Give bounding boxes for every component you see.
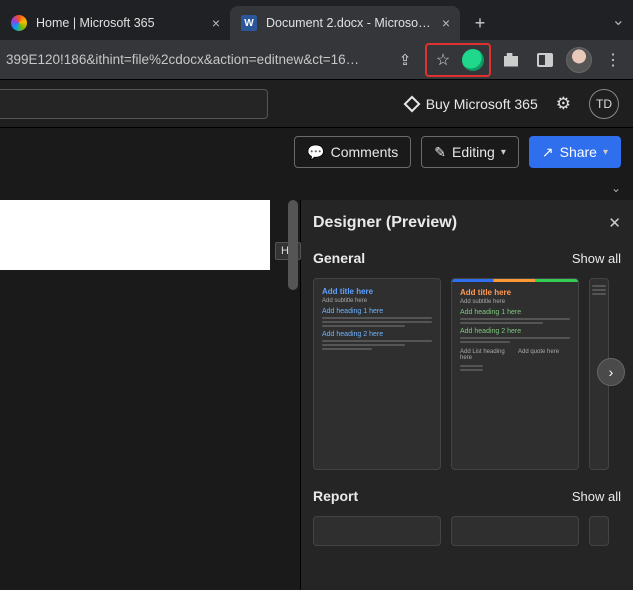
- extensions-puzzle-icon[interactable]: [497, 46, 525, 74]
- account-avatar[interactable]: TD: [589, 89, 619, 119]
- designer-title: Designer (Preview): [313, 214, 457, 232]
- comments-button[interactable]: 💬 Comments: [294, 136, 411, 168]
- document-canvas[interactable]: He: [0, 200, 300, 590]
- browser-tab-word[interactable]: W Document 2.docx - Microsoft W ×: [230, 6, 460, 40]
- comment-icon: 💬: [307, 144, 324, 161]
- design-card[interactable]: [451, 516, 579, 546]
- designer-panel: Designer (Preview) ✕ General Show all Ad…: [300, 200, 633, 590]
- settings-gear-icon[interactable]: ⚙: [556, 94, 571, 114]
- show-all-link[interactable]: Show all: [572, 489, 621, 504]
- pencil-icon: ✎: [434, 144, 446, 161]
- card-list: Add List heading here: [460, 349, 512, 361]
- ribbon-collapse-chevron[interactable]: ⌄: [0, 176, 633, 200]
- card-quote: Add quote here: [518, 349, 570, 355]
- scrollbar-thumb[interactable]: [288, 200, 298, 290]
- close-icon[interactable]: ×: [442, 15, 450, 31]
- browser-tab-m365[interactable]: Home | Microsoft 365 ×: [0, 6, 230, 40]
- card-h2: Add heading 2 here: [460, 328, 570, 335]
- close-icon[interactable]: ×: [212, 15, 220, 31]
- main-area: He Designer (Preview) ✕ General Show all…: [0, 200, 633, 590]
- section-header-report: Report Show all: [313, 488, 621, 504]
- design-card[interactable]: Add title here Add subtitle here Add hea…: [313, 278, 441, 470]
- show-all-link[interactable]: Show all: [572, 251, 621, 266]
- buy-microsoft-365-button[interactable]: Buy Microsoft 365: [406, 96, 538, 112]
- profile-avatar[interactable]: [565, 46, 593, 74]
- section-name: Report: [313, 488, 358, 504]
- browser-menu-icon[interactable]: ⋮: [599, 46, 627, 74]
- sidepanel-icon[interactable]: [531, 46, 559, 74]
- share-page-icon[interactable]: ⇪: [391, 46, 419, 74]
- card-accent-bar: [452, 279, 578, 282]
- new-tab-button[interactable]: +: [466, 9, 494, 37]
- comments-label: Comments: [331, 144, 399, 160]
- editing-label: Editing: [452, 144, 495, 160]
- report-cards-row: [313, 516, 621, 546]
- chevron-down-icon: ▾: [603, 147, 608, 158]
- card-title: Add title here: [322, 287, 432, 296]
- vertical-scrollbar[interactable]: [288, 200, 298, 590]
- chevron-down-icon: ▾: [501, 147, 506, 158]
- design-card[interactable]: Add title here Add subtitle here Add hea…: [451, 278, 579, 470]
- browser-tabstrip: Home | Microsoft 365 × W Document 2.docx…: [0, 0, 633, 40]
- browser-toolbar: 399E120!186&ithint=file%2cdocx&action=ed…: [0, 40, 633, 80]
- title-input-stub[interactable]: [0, 89, 268, 119]
- ribbon-actions: 💬 Comments ✎ Editing ▾ ↗ Share ▾: [0, 128, 633, 176]
- editing-mode-button[interactable]: ✎ Editing ▾: [421, 136, 519, 168]
- share-button[interactable]: ↗ Share ▾: [529, 136, 621, 168]
- section-header-general: General Show all: [313, 250, 621, 266]
- designer-header: Designer (Preview) ✕: [313, 214, 621, 232]
- tab-title: Document 2.docx - Microsoft W: [266, 16, 434, 30]
- buy-label: Buy Microsoft 365: [426, 96, 538, 112]
- bookmark-star-icon[interactable]: ☆: [429, 46, 457, 74]
- card-title: Add title here: [460, 288, 570, 297]
- share-icon: ↗: [542, 144, 554, 161]
- design-card-peek[interactable]: [589, 516, 609, 546]
- card-h1: Add heading 1 here: [460, 309, 570, 316]
- card-subtitle: Add subtitle here: [322, 298, 432, 304]
- callout-highlight: ☆: [425, 43, 491, 77]
- tab-title: Home | Microsoft 365: [36, 16, 204, 30]
- card-h2: Add heading 2 here: [322, 331, 432, 338]
- close-icon[interactable]: ✕: [608, 214, 621, 232]
- card-subtitle: Add subtitle here: [460, 299, 570, 305]
- share-label: Share: [560, 144, 597, 160]
- grammarly-extension-icon[interactable]: [459, 46, 487, 74]
- word-icon: W: [240, 14, 258, 32]
- card-h1: Add heading 1 here: [322, 308, 432, 315]
- document-page[interactable]: [0, 200, 270, 270]
- m365-icon: [10, 14, 28, 32]
- section-name: General: [313, 250, 365, 266]
- avatar-initials: TD: [596, 97, 612, 111]
- premium-diamond-icon: [403, 95, 420, 112]
- address-bar[interactable]: 399E120!186&ithint=file%2cdocx&action=ed…: [6, 52, 385, 67]
- general-cards-row: Add title here Add subtitle here Add hea…: [313, 278, 621, 470]
- carousel-next-button[interactable]: ›: [597, 358, 625, 386]
- design-card[interactable]: [313, 516, 441, 546]
- tabs-chevron-icon[interactable]: ⌄: [612, 10, 625, 30]
